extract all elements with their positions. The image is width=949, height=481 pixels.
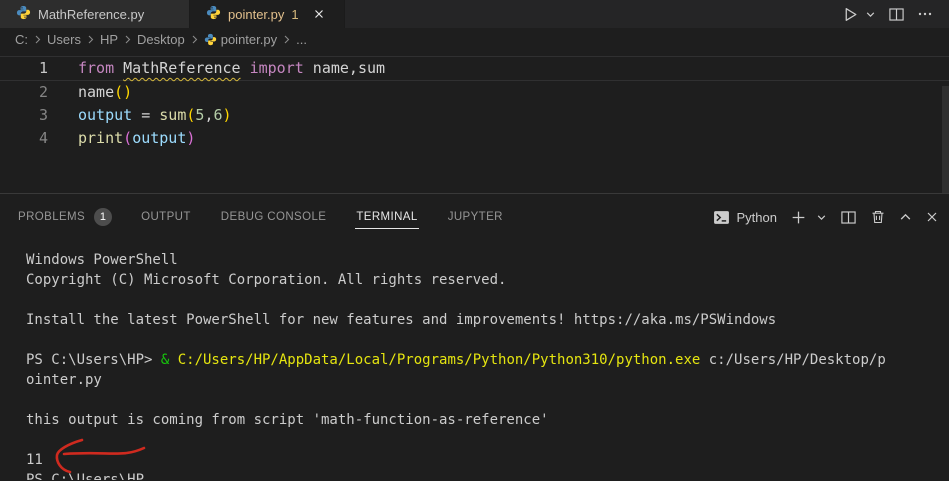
code-text: print(output) (78, 129, 196, 147)
code-line[interactable]: 2 name() (0, 81, 949, 104)
tab-jupyter[interactable]: JUPYTER (447, 206, 504, 229)
terminal-line: Windows PowerShell (26, 252, 178, 268)
editor-scrollbar[interactable] (942, 86, 949, 193)
line-number: 1 (38, 59, 48, 77)
split-editor-icon[interactable] (888, 6, 905, 23)
chevron-right-icon (190, 34, 199, 45)
code-line[interactable]: 1 from MathReference import name,sum (0, 56, 949, 81)
more-actions-icon[interactable] (917, 6, 933, 22)
terminal-actions: Python (713, 209, 939, 226)
terminal-line: PS C:\Users\HP (26, 472, 145, 480)
code-text: name() (78, 83, 133, 101)
code-line[interactable]: 4 print(output) (0, 127, 949, 150)
breadcrumb-item-file[interactable]: pointer.py (204, 32, 277, 47)
shell-picker[interactable]: Python (713, 209, 777, 226)
tab-output[interactable]: OUTPUT (140, 206, 192, 229)
python-icon (204, 33, 217, 46)
new-terminal-icon[interactable] (790, 209, 807, 226)
tab-problems[interactable]: PROBLEMS 1 (17, 206, 113, 229)
close-tab-icon[interactable] (312, 7, 326, 21)
breadcrumb-item[interactable]: Users (47, 32, 81, 47)
breadcrumb-item[interactable]: C: (15, 32, 28, 47)
run-python-file-button[interactable] (842, 6, 859, 23)
kill-terminal-trash-icon[interactable] (870, 209, 886, 225)
chevron-right-icon (123, 34, 132, 45)
code-line[interactable]: 3 output = sum(5,6) (0, 104, 949, 127)
shell-label: Python (736, 209, 777, 225)
chevron-right-icon (282, 34, 291, 45)
tab-debug-console[interactable]: DEBUG CONSOLE (220, 206, 328, 229)
tab-pointer[interactable]: pointer.py 1 (190, 0, 345, 28)
terminal-line: 11 (26, 452, 43, 468)
code-editor[interactable]: 1 from MathReference import name,sum 2 name… (0, 50, 949, 193)
chevron-right-icon (33, 34, 42, 45)
python-icon (206, 5, 221, 23)
terminal-line: Install the latest PowerShell for new fe… (26, 312, 777, 328)
terminal-line: this output is coming from script 'math-… (26, 412, 549, 428)
problems-count-badge: 1 (94, 208, 113, 226)
line-number: 2 (38, 83, 48, 101)
tab-terminal[interactable]: TERMINAL (355, 206, 419, 229)
chevron-right-icon (86, 34, 95, 45)
panel-header: PROBLEMS 1 OUTPUT DEBUG CONSOLE TERMINAL… (0, 194, 949, 240)
tab-problem-count: 1 (291, 6, 299, 22)
breadcrumb-item[interactable]: Desktop (137, 32, 185, 47)
terminal-line: Copyright (C) Microsoft Corporation. All… (26, 272, 507, 288)
editor-tab-bar: MathReference.py pointer.py 1 (0, 0, 949, 28)
maximize-panel-chevron-up-icon[interactable] (899, 211, 912, 224)
run-dropdown-chevron-icon[interactable] (865, 9, 876, 20)
terminal-line: ointer.py (26, 372, 102, 388)
close-panel-icon[interactable] (925, 210, 939, 224)
vscode-window: MathReference.py pointer.py 1 C: Users H… (0, 0, 949, 481)
editor-actions (842, 0, 949, 28)
terminal-line: PS C:\Users\HP> & C:/Users/HP/AppData/Lo… (26, 352, 886, 368)
tab-mathreference[interactable]: MathReference.py (0, 0, 190, 28)
split-terminal-icon[interactable] (840, 209, 857, 226)
breadcrumb-item[interactable]: ... (296, 32, 307, 47)
line-number: 3 (38, 106, 48, 124)
tab-label: pointer.py (228, 6, 285, 22)
line-number: 4 (38, 129, 48, 147)
terminal-shell-icon (713, 209, 730, 226)
terminal[interactable]: Windows PowerShell Copyright (C) Microsof… (0, 240, 949, 480)
python-icon (16, 5, 31, 23)
terminal-lines: Windows PowerShell Copyright (C) Microsof… (26, 250, 949, 480)
code-text: from MathReference import name,sum (78, 59, 386, 77)
code-text: output = sum(5,6) (78, 106, 232, 124)
panel-tabs: PROBLEMS 1 OUTPUT DEBUG CONSOLE TERMINAL… (17, 206, 504, 229)
breadcrumb-item[interactable]: HP (100, 32, 118, 47)
terminal-dropdown-chevron-icon[interactable] (816, 212, 827, 223)
bottom-panel: PROBLEMS 1 OUTPUT DEBUG CONSOLE TERMINAL… (0, 193, 949, 480)
code-lines: 1 from MathReference import name,sum 2 name… (0, 56, 949, 150)
tab-label: MathReference.py (38, 6, 145, 22)
breadcrumb: C: Users HP Desktop pointer.py ... (0, 28, 949, 50)
